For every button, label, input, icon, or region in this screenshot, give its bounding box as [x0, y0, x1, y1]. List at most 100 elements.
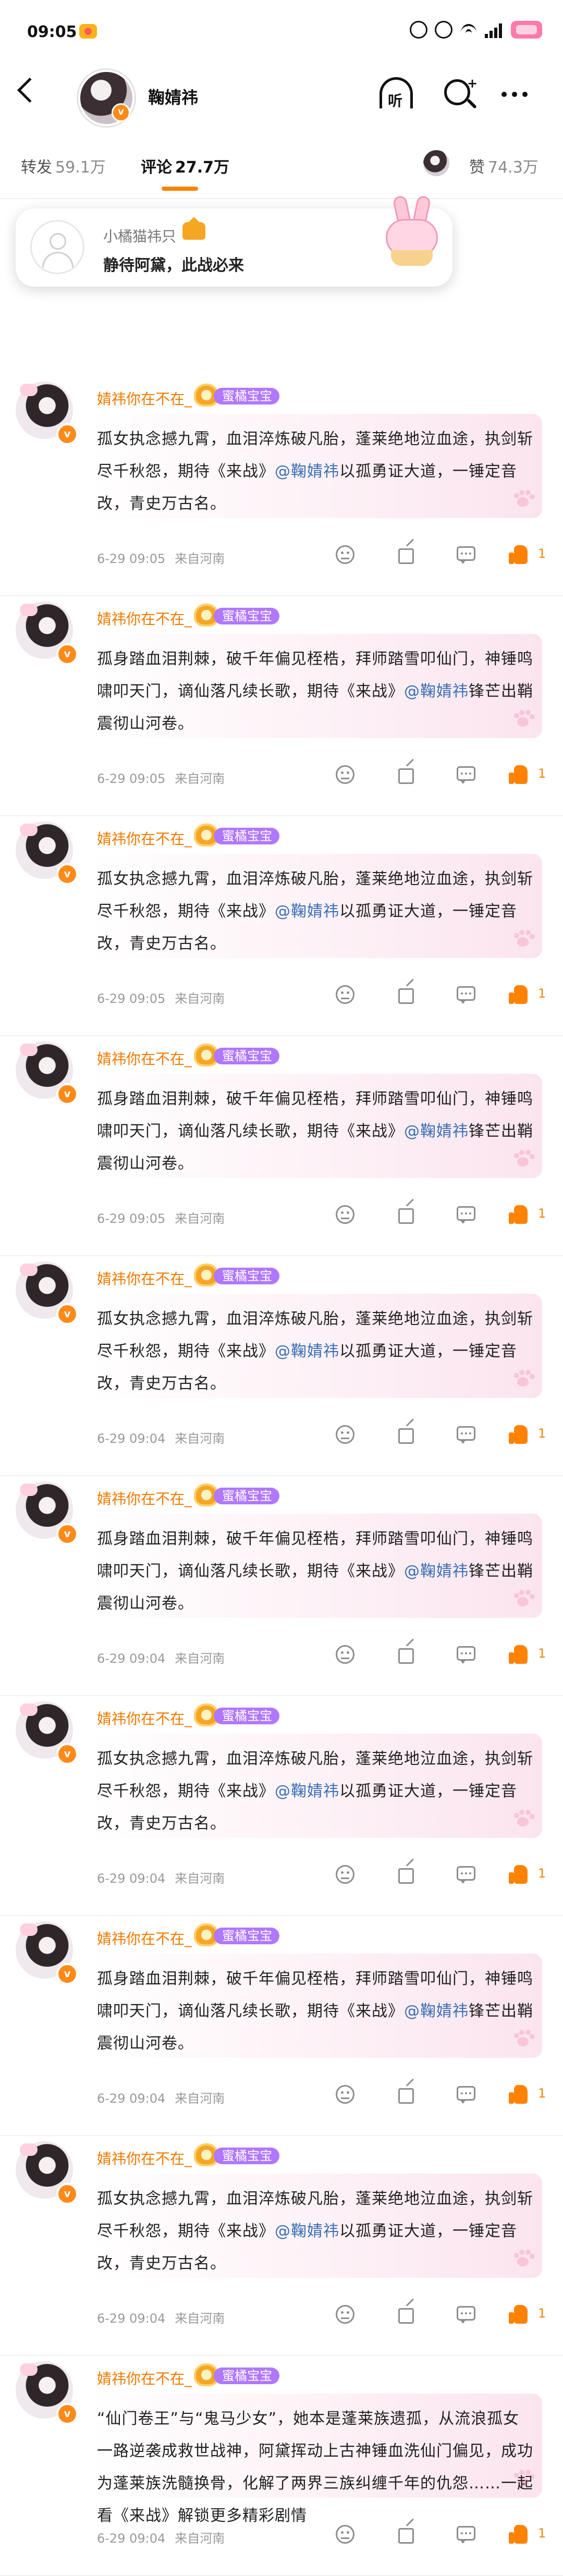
comment-meta: 6-29 09:04 来自河南 [97, 1648, 225, 1666]
reply-icon[interactable] [455, 544, 478, 565]
alarm-icon [410, 21, 427, 39]
commenter-name[interactable]: 婧祎你在不在_ [97, 2148, 192, 2168]
like-icon[interactable] [509, 1424, 532, 1445]
reply-icon[interactable] [455, 2304, 478, 2325]
comment-item[interactable]: v 婧祎你在不在_ 蜜橘宝宝 孤女执念撼九霄，血泪淬炼破凡胎，蓬莱绝地泣血途，执… [0, 1696, 563, 1916]
dislike-face-icon[interactable] [334, 2524, 357, 2545]
commenter-name[interactable]: 婧祎你在不在_ [97, 828, 192, 849]
comment-date: 6-29 09:05 [97, 1211, 166, 1226]
floating-card-message: 静待阿黛，此战必来 [103, 256, 244, 275]
commenter-name[interactable]: 婧祎你在不在_ [97, 608, 192, 629]
dislike-face-icon[interactable] [334, 544, 357, 565]
share-icon[interactable] [396, 1858, 419, 1885]
share-icon[interactable] [396, 538, 419, 565]
more-icon[interactable] [501, 92, 528, 97]
verified-icon: v [56, 1303, 78, 1325]
reply-icon[interactable] [455, 1204, 478, 1225]
like-icon[interactable] [509, 2084, 532, 2105]
reply-icon[interactable] [455, 984, 478, 1005]
comment-item[interactable]: v 婧祎你在不在_ 蜜橘宝宝 孤女执念撼九霄，血泪淬炼破凡胎，蓬莱绝地泣血途，执… [0, 816, 563, 1036]
comment-item[interactable]: v 婧祎你在不在_ 蜜橘宝宝 孤女执念撼九霄，血泪淬炼破凡胎，蓬莱绝地泣血途，执… [0, 376, 563, 596]
dislike-face-icon[interactable] [334, 984, 357, 1005]
comment-item[interactable]: v 婧祎你在不在_ 蜜橘宝宝 孤女执念撼九霄，血泪淬炼破凡胎，蓬莱绝地泣血途，执… [0, 1256, 563, 1476]
mention-link[interactable]: @鞠婧祎 [275, 2222, 339, 2240]
commenter-name[interactable]: 婧祎你在不在_ [97, 1708, 192, 1728]
mention-link[interactable]: @鞠婧祎 [275, 902, 339, 921]
comment-date: 6-29 09:04 [97, 2091, 166, 2106]
comment-item[interactable]: v 婧祎你在不在_ 蜜橘宝宝 孤身踏血泪荆棘，破千年偏见桎梏，拜师踏雪叩仙门，神… [0, 596, 563, 816]
share-icon[interactable] [396, 2298, 419, 2325]
mention-link[interactable]: @鞠婧祎 [404, 2002, 469, 2020]
like-icon[interactable] [509, 2524, 532, 2545]
commenter-name[interactable]: 婧祎你在不在_ [97, 1928, 192, 1948]
mention-link[interactable]: @鞠婧祎 [404, 1122, 469, 1140]
like-count: 1 [538, 2526, 546, 2541]
back-icon[interactable] [17, 77, 43, 103]
tab-likes[interactable]: 赞 74.3万 [469, 154, 538, 177]
tab-repost[interactable]: 转发 59.1万 [21, 154, 106, 177]
mention-link[interactable]: @鞠婧祎 [404, 682, 469, 701]
comment-location: 来自河南 [175, 1871, 225, 1886]
search-icon[interactable]: + [442, 76, 479, 114]
fan-badge-label: 蜜橘宝宝 [214, 608, 279, 624]
listen-icon[interactable]: 听 [376, 77, 416, 114]
commenter-name[interactable]: 婧祎你在不在_ [97, 1048, 192, 1069]
crown-icon [182, 217, 205, 240]
commenter-name[interactable]: 婧祎你在不在_ [97, 2368, 192, 2388]
share-icon[interactable] [396, 978, 419, 1005]
comment-location: 来自河南 [175, 2531, 225, 2546]
commenter-name[interactable]: 婧祎你在不在_ [97, 388, 192, 409]
reply-icon[interactable] [455, 1644, 478, 1665]
commenter-name[interactable]: 婧祎你在不在_ [97, 1488, 192, 1508]
mention-link[interactable]: @鞠婧祎 [275, 1782, 339, 1800]
dislike-face-icon[interactable] [334, 2304, 357, 2325]
author-name[interactable]: 鞠婧祎 [148, 84, 198, 108]
tab-likes-count: 74.3万 [488, 158, 538, 177]
like-icon[interactable] [509, 544, 532, 565]
dislike-face-icon[interactable] [334, 1204, 357, 1225]
comment-location: 来自河南 [175, 1431, 225, 1446]
share-icon[interactable] [396, 1198, 419, 1225]
share-icon[interactable] [396, 1638, 419, 1665]
dislike-face-icon[interactable] [334, 1424, 357, 1445]
like-icon[interactable] [509, 2304, 532, 2325]
reply-icon[interactable] [455, 1424, 478, 1445]
share-icon[interactable] [396, 758, 419, 785]
comment-meta: 6-29 09:04 来自河南 [97, 1868, 225, 1886]
tab-comments-count: 27.7万 [175, 158, 230, 177]
mention-link[interactable]: @鞠婧祎 [275, 1342, 339, 1360]
tab-comments[interactable]: 评论 27.7万 [141, 154, 229, 177]
comment-item[interactable]: v 婧祎你在不在_ 蜜橘宝宝 孤女执念撼九霄，血泪淬炼破凡胎，蓬莱绝地泣血途，执… [0, 2136, 563, 2356]
reply-icon[interactable] [455, 2524, 478, 2545]
dislike-face-icon[interactable] [334, 764, 357, 785]
share-icon[interactable] [396, 2078, 419, 2105]
fan-badge-label: 蜜橘宝宝 [214, 1488, 279, 1504]
comment-item[interactable]: v 婧祎你在不在_ 蜜橘宝宝 “仙门卷王”与“鬼马少女”，她本是蓬莱族遗孤，从流… [0, 2356, 563, 2576]
status-bar: 09:05 [0, 0, 563, 63]
like-icon[interactable] [509, 1864, 532, 1885]
fan-badge-label: 蜜橘宝宝 [214, 1708, 279, 1724]
reply-icon[interactable] [455, 764, 478, 785]
commenter-name[interactable]: 婧祎你在不在_ [97, 1268, 192, 1289]
like-icon[interactable] [509, 1644, 532, 1665]
top-header: v 鞠婧祎 听 + [0, 63, 563, 136]
dislike-face-icon[interactable] [334, 1864, 357, 1885]
reply-icon[interactable] [455, 1864, 478, 1885]
like-icon[interactable] [509, 984, 532, 1005]
reply-icon[interactable] [455, 2084, 478, 2105]
share-icon[interactable] [396, 1418, 419, 1445]
comment-item[interactable]: v 婧祎你在不在_ 蜜橘宝宝 孤身踏血泪荆棘，破千年偏见桎梏，拜师踏雪叩仙门，神… [0, 1916, 563, 2136]
comment-date: 6-29 09:05 [97, 771, 166, 786]
like-icon[interactable] [509, 1204, 532, 1225]
floating-card-user: 小橘猫祎只 [103, 228, 177, 245]
dislike-face-icon[interactable] [334, 1644, 357, 1665]
dislike-face-icon[interactable] [334, 2084, 357, 2105]
like-icon[interactable] [509, 764, 532, 785]
comment-text-a: “仙门卷王”与“鬼马少女”，她本是蓬莱族遗孤，从流浪孤女一路逆袭成救世战神，阿黛… [97, 2410, 533, 2525]
mention-link[interactable]: @鞠婧祎 [404, 1562, 469, 1580]
share-icon[interactable] [396, 2518, 419, 2545]
comment-item[interactable]: v 婧祎你在不在_ 蜜橘宝宝 孤身踏血泪荆棘，破千年偏见桎梏，拜师踏雪叩仙门，神… [0, 1036, 563, 1256]
mention-link[interactable]: @鞠婧祎 [275, 462, 339, 481]
comment-item[interactable]: v 婧祎你在不在_ 蜜橘宝宝 孤身踏血泪荆棘，破千年偏见桎梏，拜师踏雪叩仙门，神… [0, 1476, 563, 1696]
verified-icon: v [56, 2403, 78, 2425]
